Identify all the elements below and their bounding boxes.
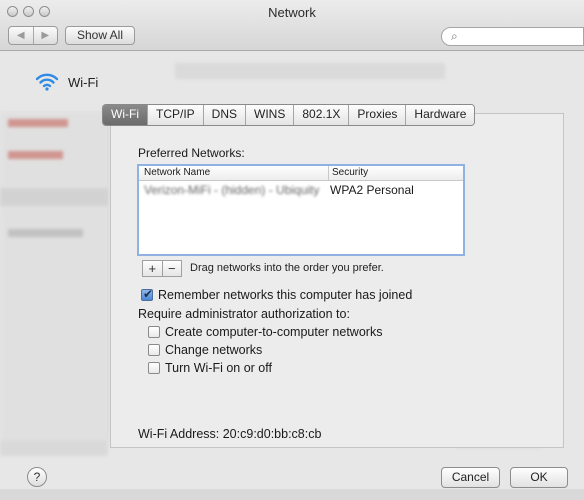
tab-8021x[interactable]: 802.1X [294, 105, 350, 125]
require-auth-label: Require administrator authorization to: [138, 307, 350, 321]
network-name-cell: Verizon-MiFi - (hidden) - Ubiquity [144, 183, 320, 197]
table-header: Network Name Security [139, 166, 463, 181]
change-networks-label: Change networks [165, 343, 263, 357]
service-list-sidebar [0, 111, 109, 441]
location-popup [175, 63, 445, 79]
show-all-button[interactable]: Show All [65, 26, 135, 45]
turn-wifi-checkbox[interactable] [148, 362, 160, 374]
advanced-tabs: Wi-Fi TCP/IP DNS WINS 802.1X Proxies Har… [102, 104, 476, 126]
change-networks-option[interactable]: Change networks [148, 343, 262, 357]
tab-tcpip[interactable]: TCP/IP [147, 105, 204, 125]
remember-networks-option[interactable]: Remember networks this computer has join… [141, 287, 413, 302]
preferred-networks-table[interactable]: Network Name Security Verizon-MiFi - (hi… [137, 164, 465, 256]
wifi-address: Wi-Fi Address: 20:c9:d0:bb:c8:cb [138, 427, 322, 441]
search-icon: ⌕ [451, 29, 458, 43]
remember-networks-checkbox[interactable] [141, 287, 153, 301]
sidebar-selected-row [0, 188, 108, 206]
change-networks-checkbox[interactable] [148, 344, 160, 356]
title-bar: Network ◀ ▶ Show All ⌕ [0, 0, 584, 51]
sidebar-status-dot [8, 119, 68, 127]
background-status-strip [0, 489, 584, 500]
column-security[interactable]: Security [332, 167, 368, 178]
drag-hint: Drag networks into the order you prefer. [190, 262, 384, 274]
create-network-label: Create computer-to-computer networks [165, 325, 383, 339]
window-title: Network [268, 5, 316, 20]
back-forward-control[interactable]: ◀ ▶ [8, 26, 58, 45]
ok-button[interactable]: OK [510, 467, 568, 488]
create-network-option[interactable]: Create computer-to-computer networks [148, 325, 382, 339]
remember-networks-label: Remember networks this computer has join… [158, 288, 413, 302]
back-icon[interactable]: ◀ [9, 27, 34, 44]
cancel-button[interactable]: Cancel [441, 467, 500, 488]
security-cell: WPA2 Personal [330, 183, 414, 197]
remove-network-button[interactable]: − [163, 261, 182, 276]
wifi-service-header: Wi-Fi [35, 73, 98, 91]
wifi-service-name: Wi-Fi [68, 74, 99, 90]
table-row[interactable]: Verizon-MiFi - (hidden) - Ubiquity WPA2 … [139, 182, 463, 198]
add-network-button[interactable]: + [143, 261, 163, 276]
turn-wifi-option[interactable]: Turn Wi-Fi on or off [148, 361, 272, 375]
tab-wifi[interactable]: Wi-Fi [103, 105, 148, 125]
tab-dns[interactable]: DNS [203, 105, 246, 125]
forward-icon[interactable]: ▶ [34, 27, 58, 44]
search-input[interactable]: ⌕ [441, 27, 584, 46]
tab-proxies[interactable]: Proxies [349, 105, 407, 125]
tab-hardware[interactable]: Hardware [406, 105, 475, 125]
help-button[interactable]: ? [27, 467, 47, 487]
sidebar-status-dot [8, 151, 63, 159]
create-network-checkbox[interactable] [148, 326, 160, 338]
wifi-icon [35, 73, 59, 91]
tab-wins[interactable]: WINS [246, 105, 295, 125]
column-network-name[interactable]: Network Name [144, 167, 210, 178]
sidebar-bottom-bar [0, 440, 108, 456]
sidebar-item [8, 229, 83, 237]
turn-wifi-label: Turn Wi-Fi on or off [165, 361, 272, 375]
add-remove-control: + − [142, 260, 182, 277]
preferred-networks-label: Preferred Networks: [138, 146, 245, 160]
column-divider [328, 166, 329, 180]
